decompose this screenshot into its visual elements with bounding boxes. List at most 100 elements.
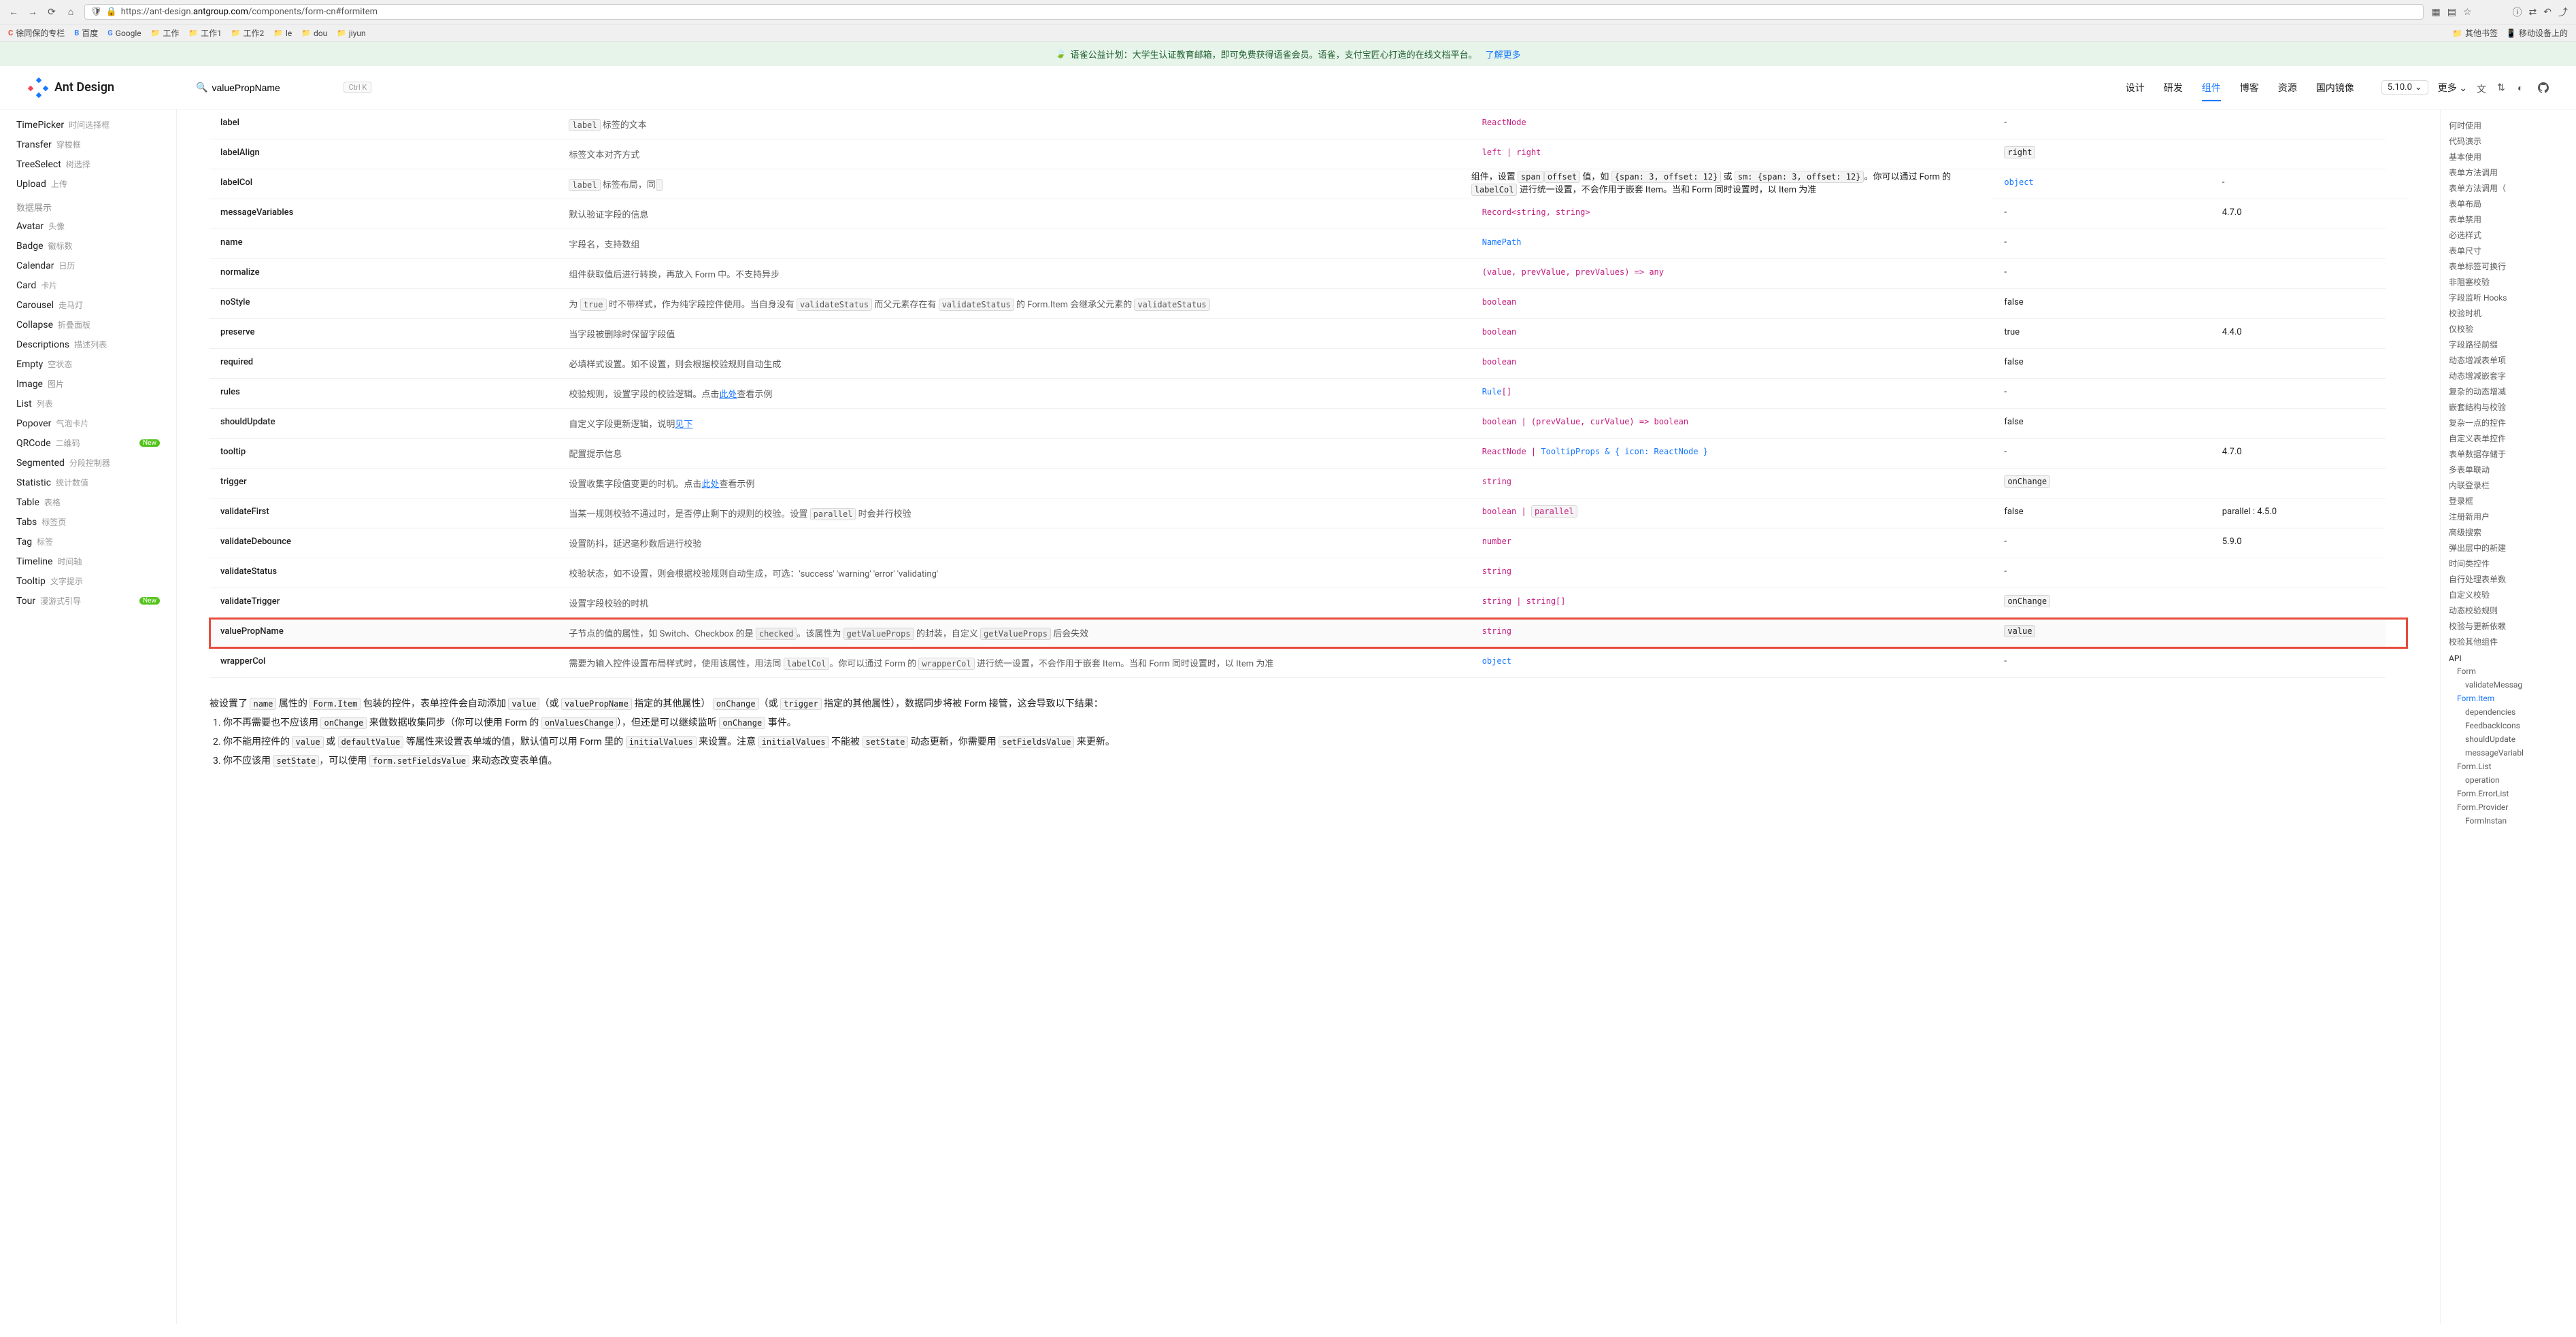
anchor-link[interactable]: 注册新用户	[2446, 509, 2571, 524]
anchor-link[interactable]: 动态校验规则	[2446, 603, 2571, 618]
search-input[interactable]	[207, 80, 330, 96]
nav-item[interactable]: 博客	[2240, 67, 2259, 108]
nav-item[interactable]: 研发	[2164, 67, 2183, 108]
undo-icon[interactable]: ↶	[2543, 7, 2552, 18]
anchor-link[interactable]: 自行处理表单数	[2446, 571, 2571, 587]
anchor-link[interactable]: 表单布局	[2446, 196, 2571, 211]
sidebar-item[interactable]: Descriptions 描述列表	[0, 335, 176, 354]
sidebar-item[interactable]: Table 表格	[0, 492, 176, 512]
sidebar-item[interactable]: Image 图片	[0, 374, 176, 394]
export-icon[interactable]: ⤴	[2558, 5, 2568, 19]
anchor-link[interactable]: 字段监听 Hooks	[2446, 290, 2571, 305]
nav-item[interactable]: 国内镜像	[2316, 67, 2354, 108]
anchor-link[interactable]: 表单禁用	[2446, 211, 2571, 227]
bookmark-item[interactable]: B百度	[74, 27, 98, 39]
sidebar-item[interactable]: Avatar 头像	[0, 216, 176, 236]
sidebar-item[interactable]: Timeline 时间轴	[0, 552, 176, 571]
bookmark-item[interactable]: 📁jiyun	[337, 27, 365, 39]
sidebar-item[interactable]: Collapse 折叠面板	[0, 315, 176, 335]
reload-icon[interactable]: ⟳	[46, 7, 57, 18]
anchor-link[interactable]: 弹出层中的新建	[2446, 540, 2571, 556]
url-bar[interactable]: 🛡 🔒 https://ant-design.antgroup.com/comp…	[84, 4, 2424, 20]
anchor-link[interactable]: Form	[2446, 664, 2571, 678]
anchor-link[interactable]: 代码演示	[2446, 133, 2571, 149]
anchor-link[interactable]: Form.List	[2446, 760, 2571, 773]
sidebar-item[interactable]: QRCode 二维码New	[0, 433, 176, 453]
qr-icon[interactable]: ▦	[2432, 7, 2441, 18]
forward-icon[interactable]: →	[27, 7, 38, 18]
bookmark-item[interactable]: 📁dou	[301, 27, 327, 39]
anchor-link[interactable]: 基本使用	[2446, 149, 2571, 165]
bookmark-item[interactable]: 📁工作	[151, 27, 180, 39]
anchor-link[interactable]: 复杂的动态增减	[2446, 384, 2571, 399]
github-icon[interactable]	[2538, 82, 2549, 93]
anchor-link[interactable]: 仅校验	[2446, 321, 2571, 337]
anchor-link[interactable]: 嵌套结构与校验	[2446, 399, 2571, 415]
bookmark-item[interactable]: 📱移动设备上的	[2506, 27, 2568, 39]
anchor-link[interactable]: 表单方法调用	[2446, 165, 2571, 180]
anchor-link[interactable]: 校验其他组件	[2446, 634, 2571, 649]
nav-item[interactable]: 设计	[2126, 67, 2145, 108]
sidebar-item[interactable]: Segmented 分段控制器	[0, 453, 176, 473]
anchor-link[interactable]: 校验与更新依赖	[2446, 618, 2571, 634]
bookmark-item[interactable]: 📁工作2	[231, 27, 264, 39]
anchor-link[interactable]: Form.ErrorList	[2446, 787, 2571, 800]
sidebar-item[interactable]: Calendar 日历	[0, 256, 176, 275]
anchor-link[interactable]: 动态增减表单项	[2446, 352, 2571, 368]
sidebar-item[interactable]: Badge 徽标数	[0, 236, 176, 256]
anchor-link[interactable]: messageVariabl	[2446, 746, 2571, 760]
anchor-link[interactable]: 时间类控件	[2446, 556, 2571, 571]
anchor-link[interactable]: 校验时机	[2446, 305, 2571, 321]
anchor-link[interactable]: 必选样式	[2446, 227, 2571, 243]
anchor-link[interactable]: dependencies	[2446, 705, 2571, 719]
sidebar-item[interactable]: TimePicker 时间选择框	[0, 115, 176, 135]
anchor-link[interactable]: shouldUpdate	[2446, 732, 2571, 746]
star-icon[interactable]: ☆	[2463, 7, 2472, 18]
anchor-link[interactable]: FormInstan	[2446, 814, 2571, 828]
bookmark-item[interactable]: 📁le	[273, 27, 292, 39]
extensions-icon[interactable]: ⇄	[2529, 7, 2537, 18]
sidebar-item[interactable]: Statistic 统计数值	[0, 473, 176, 492]
anchor-link[interactable]: 多表单联动	[2446, 462, 2571, 477]
sidebar-item[interactable]: Tour 漫游式引导New	[0, 591, 176, 611]
anchor-link[interactable]: Form.Provider	[2446, 800, 2571, 814]
anchor-link[interactable]: 非阻塞校验	[2446, 274, 2571, 290]
sidebar-item[interactable]: Tooltip 文字提示	[0, 571, 176, 591]
sidebar-item[interactable]: Popover 气泡卡片	[0, 413, 176, 433]
anchor-link[interactable]: 表单尺寸	[2446, 243, 2571, 258]
anchor-link[interactable]: Form.Item	[2446, 692, 2571, 705]
sidebar-item[interactable]: Tabs 标签页	[0, 512, 176, 532]
bookmark-item[interactable]: 📁工作1	[188, 27, 221, 39]
anchor-link[interactable]: operation	[2446, 773, 2571, 787]
account-icon[interactable]: ⓘ	[2513, 5, 2522, 19]
sidebar-item[interactable]: Carousel 走马灯	[0, 295, 176, 315]
anchor-link[interactable]: 表单方法调用（	[2446, 180, 2571, 196]
direction-icon[interactable]: ⇅	[2497, 82, 2508, 93]
anchor-link[interactable]: FeedbackIcons	[2446, 719, 2571, 732]
anchor-link[interactable]: 内联登录栏	[2446, 477, 2571, 493]
anchor-link[interactable]: 表单数据存储于	[2446, 446, 2571, 462]
anchor-link[interactable]: 自定义校验	[2446, 587, 2571, 603]
anchor-link[interactable]: 登录框	[2446, 493, 2571, 509]
sidebar-item[interactable]: Upload 上传	[0, 174, 176, 194]
anchor-link[interactable]: 复杂一点的控件	[2446, 415, 2571, 430]
anchor-link[interactable]: 表单标签可换行	[2446, 258, 2571, 274]
banner-link[interactable]: 了解更多	[1486, 48, 1521, 61]
lang-icon[interactable]: 文	[2477, 82, 2488, 93]
more-button[interactable]: 更多 ⌄	[2438, 81, 2467, 95]
bookmark-item[interactable]: 📁其他书签	[2452, 27, 2498, 39]
bookmark-item[interactable]: C徐同保的专栏	[8, 27, 65, 39]
home-icon[interactable]: ⌂	[65, 7, 76, 18]
sidebar-item[interactable]: Empty 空状态	[0, 354, 176, 374]
sidebar-item[interactable]: Tag 标签	[0, 532, 176, 552]
version-select[interactable]: 5.10.0 ⌄	[2381, 80, 2428, 95]
sidebar-item[interactable]: Transfer 穿梭框	[0, 135, 176, 154]
sidebar-item[interactable]: List 列表	[0, 394, 176, 413]
sidebar-item[interactable]: Card 卡片	[0, 275, 176, 295]
anchor-link[interactable]: 动态增减嵌套字	[2446, 368, 2571, 384]
anchor-link[interactable]: 字段路径前缀	[2446, 337, 2571, 352]
nav-item[interactable]: 资源	[2278, 67, 2297, 108]
anchor-link[interactable]: validateMessag	[2446, 678, 2571, 692]
back-icon[interactable]: ←	[8, 7, 19, 18]
anchor-link[interactable]: 高级搜索	[2446, 524, 2571, 540]
